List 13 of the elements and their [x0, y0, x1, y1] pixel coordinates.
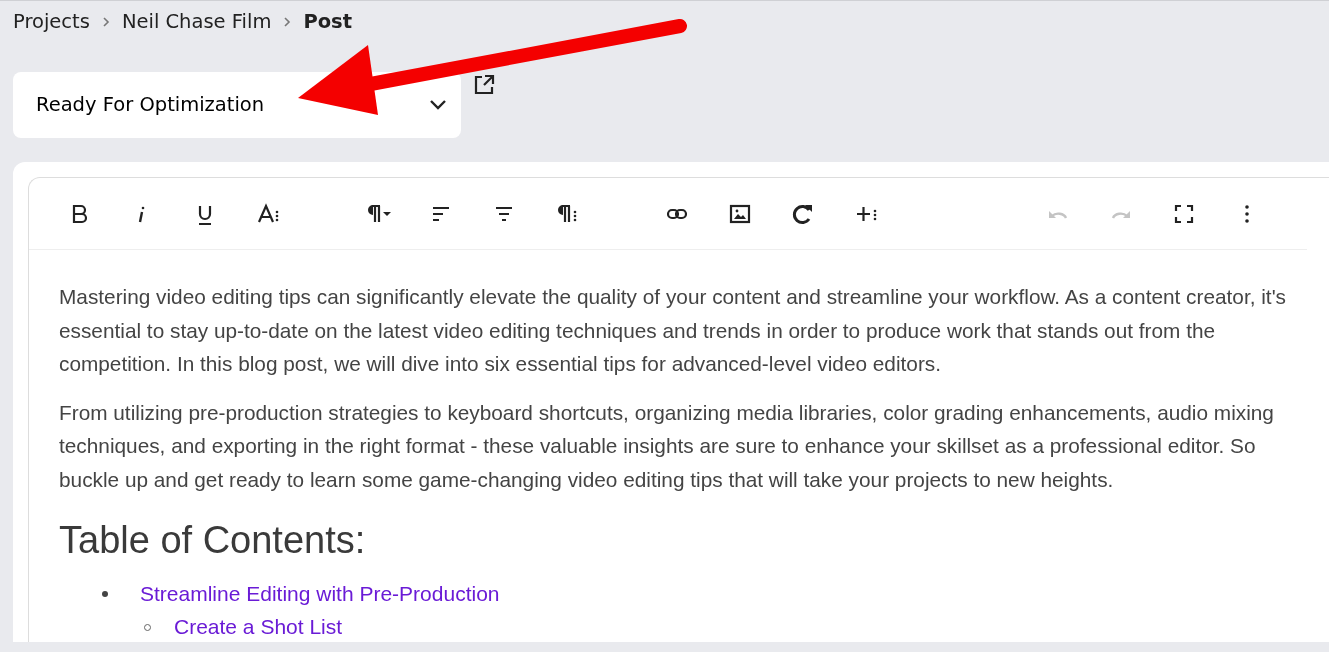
chevron-down-icon [429, 99, 447, 111]
breadcrumb-link[interactable]: Projects [13, 6, 90, 37]
chevron-right-icon [101, 15, 110, 28]
external-link-icon[interactable] [473, 74, 495, 96]
section-heading: Table of Contents: [59, 518, 367, 563]
body-paragraph: Mastering video editing tips can significantly elevate the quality of your content and streamline your workflow. As a content creator, it's essential to stay up-to-date on the latest video editing techniques and trends in order to produce work that stands out from the competition. In this blog post, we will dive into six essential tips for advanced-level video editors. [59, 284, 1288, 377]
bullet-icon [102, 591, 108, 598]
chevron-right-icon [283, 15, 292, 28]
breadcrumb-current: Post [303, 8, 353, 35]
breadcrumb-link[interactable]: Neil Chase Film [121, 6, 272, 37]
toc-link[interactable]: Streamline Editing with Pre-Production [140, 578, 500, 610]
toc-link[interactable]: Create a Shot List [174, 611, 343, 642]
body-paragraph: From utilizing pre-production strategies to keyboard shortcuts, organizing media libraries, color grading enhancements, audio mixing techniques, and exporting in the right format - these valuable insights are sure to enhance your skillset as a professional editor. So buckle up and get ready to learn some game-changing video editing tips that will take your projects to new heights. [59, 399, 1275, 493]
